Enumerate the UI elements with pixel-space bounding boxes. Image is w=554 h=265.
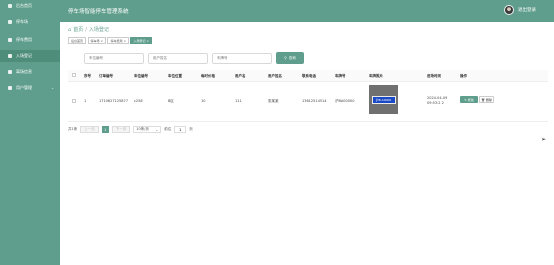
col-header: 进场时间: [427, 74, 441, 78]
cell-spot-no: c258: [134, 99, 143, 103]
cell-name: 张某某: [268, 99, 279, 103]
cell-location: B区: [168, 99, 174, 103]
parking-icon: [8, 20, 12, 24]
col-header: 用户名: [235, 74, 246, 78]
prev-page-button[interactable]: 上一页: [80, 126, 99, 133]
plate-input[interactable]: [212, 52, 272, 64]
entry-icon: [8, 54, 12, 58]
sidebar-item-label: 后台首页: [16, 3, 32, 8]
goto-page-input[interactable]: [174, 126, 187, 133]
delete-button-label: 删除: [485, 97, 492, 102]
tab-bar: 后台首页 停车场 × 停车费用 × 入场登记 ×: [68, 37, 152, 44]
sidebar-item-label: 入场登记: [16, 53, 32, 58]
cell-username: 111: [235, 99, 242, 103]
sidebar-item-entry[interactable]: 入场登记: [0, 50, 60, 62]
next-page-button[interactable]: 下一页: [111, 126, 131, 133]
delete-button[interactable]: 🗑 删除: [479, 96, 494, 103]
app-title: 停车场智能停车管理系统: [68, 9, 129, 15]
table-row: 1 1710627125877 c258 B区 10 111 张某某 13612…: [68, 82, 548, 122]
cell-price: 10: [201, 99, 206, 103]
cell-order-no: 1710627125877: [99, 99, 128, 103]
goto-label: 前往: [164, 127, 172, 131]
col-header: 车牌号: [335, 74, 346, 78]
col-header: 车牌照片: [369, 74, 383, 78]
exit-icon: [8, 70, 12, 74]
users-icon: [8, 86, 12, 90]
row-checkbox[interactable]: [72, 99, 76, 103]
cell-time: 2024-04-09 09:53:2 2: [427, 96, 448, 105]
col-header: 每时价格: [201, 74, 215, 78]
cell-phone: 13612514514: [302, 99, 327, 103]
tab-fees[interactable]: 停车费用 ×: [107, 37, 129, 44]
avatar[interactable]: [504, 5, 514, 15]
tab-entry[interactable]: 入场登记 ×: [130, 37, 152, 44]
breadcrumb-separator: /: [85, 26, 87, 33]
spot-no-input[interactable]: [84, 52, 144, 64]
edit-button[interactable]: ✎ 修改: [460, 96, 478, 103]
mouse-cursor-icon: ➢: [541, 136, 547, 143]
sidebar-item-home[interactable]: 后台首页: [0, 0, 60, 12]
pagination: 共1条 上一页 1 下一页 10条/页 ⌄ 前往 页: [68, 126, 193, 133]
user-menu[interactable]: 退出登录: [504, 5, 536, 15]
breadcrumb-home[interactable]: 首页: [73, 26, 83, 33]
col-header: 车位位置: [168, 74, 182, 78]
edit-icon: ✎: [464, 97, 467, 102]
search-icon: ⚲: [284, 56, 287, 60]
select-all-checkbox[interactable]: [72, 73, 76, 77]
search-button[interactable]: ⚲ 查询: [276, 52, 304, 64]
sidebar-item-exit[interactable]: 离场信息: [0, 66, 60, 78]
chevron-down-icon: ⌄: [155, 127, 159, 132]
col-header: 用户姓名: [268, 74, 282, 78]
page-size-select[interactable]: 10条/页 ⌄: [133, 126, 162, 133]
col-header: 操作: [460, 74, 467, 78]
col-header: 联系电话: [302, 74, 316, 78]
logout-link[interactable]: 退出登录: [518, 7, 536, 13]
page-unit: 页: [189, 127, 193, 131]
main-content: ⌂ 首页 / 入场登记 后台首页 停车场 × 停车费用 × 入场登记 × ⚲ 查…: [60, 22, 554, 265]
fee-icon: [8, 38, 12, 42]
top-bar: 停车场智能停车管理系统 退出登录: [0, 0, 554, 22]
tab-home[interactable]: 后台首页: [68, 37, 87, 44]
sidebar: 后台首页 停车场 停车费用 入场登记 离场信息 用户管理 ⌄: [0, 0, 60, 265]
col-header: 序号: [84, 74, 91, 78]
home-icon: [8, 4, 12, 8]
sidebar-item-label: 停车费用: [16, 37, 32, 42]
page-number[interactable]: 1: [101, 126, 109, 133]
col-header: 车位编号: [134, 74, 148, 78]
cell-index: 1: [84, 99, 87, 103]
sidebar-item-label: 离场信息: [16, 69, 32, 74]
edit-button-label: 修改: [467, 97, 474, 102]
breadcrumb-current: 入场登记: [88, 27, 109, 33]
tab-parking[interactable]: 停车场 ×: [87, 37, 106, 44]
sidebar-item-fees[interactable]: 停车费用: [0, 34, 60, 46]
filter-bar: ⚲ 查询: [84, 52, 304, 64]
user-name-input[interactable]: [148, 52, 208, 64]
license-plate: 沪B·A0000: [371, 95, 396, 104]
plate-photo[interactable]: 沪B·A0000: [369, 85, 398, 114]
total-count: 共1条: [68, 127, 78, 131]
page-size-value: 10条/页: [136, 127, 149, 131]
sidebar-item-users[interactable]: 用户管理 ⌄: [0, 82, 60, 94]
home-icon[interactable]: ⌂: [68, 27, 71, 33]
search-button-label: 查询: [288, 55, 296, 60]
trash-icon: 🗑: [481, 97, 485, 102]
breadcrumb: ⌂ 首页 / 入场登记: [68, 26, 109, 34]
sidebar-item-label: 用户管理: [16, 85, 32, 90]
sidebar-item-label: 停车场: [16, 19, 28, 24]
chevron-down-icon: ⌄: [51, 86, 54, 90]
col-header: 订单编号: [99, 74, 113, 78]
cell-plate: 沪BA00000: [335, 99, 355, 103]
table-header: 序号 订单编号 车位编号 车位位置 每时价格 用户名 用户姓名 联系电话 车牌号…: [68, 70, 548, 82]
sidebar-item-parking[interactable]: 停车场: [0, 16, 60, 28]
